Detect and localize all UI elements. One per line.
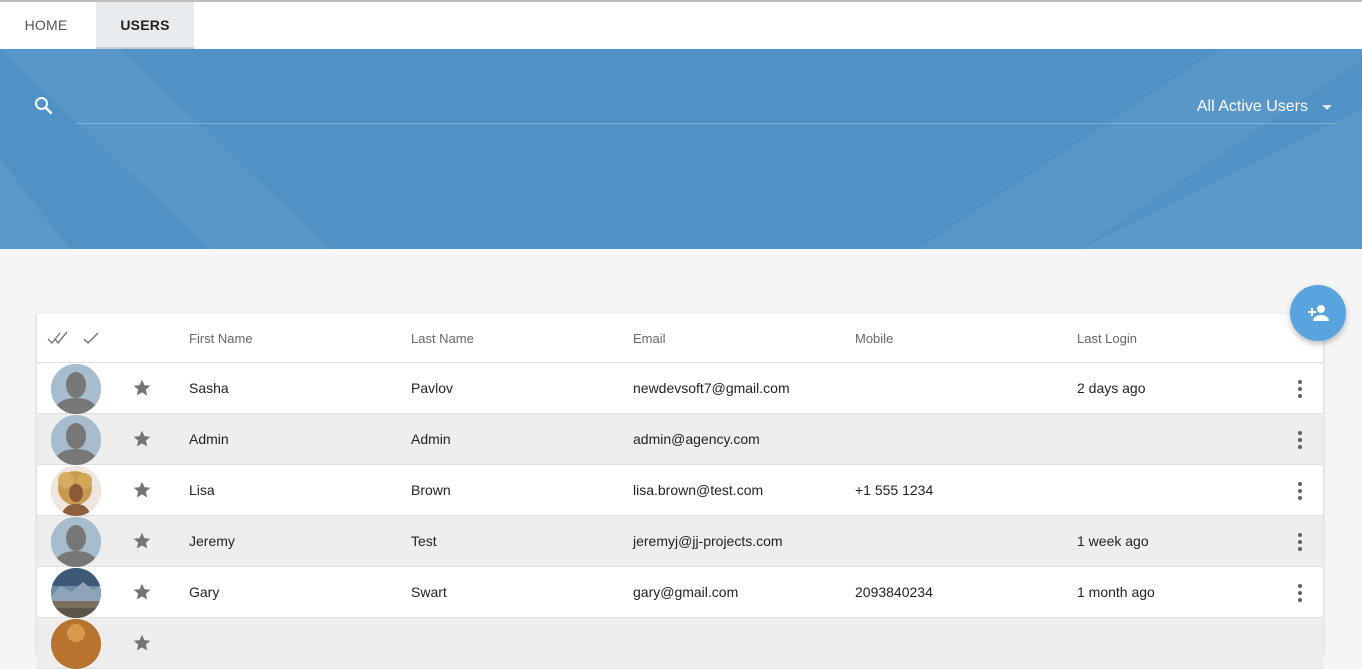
cell-last-name: Pavlov <box>411 380 454 396</box>
table-row[interactable]: Jeremy Test jeremyj@jj-projects.com 1 we… <box>37 516 1323 567</box>
cell-last-name: Test <box>411 533 437 549</box>
star-icon[interactable] <box>132 378 152 398</box>
add-user-button[interactable] <box>1290 285 1346 341</box>
table-row[interactable]: Lisa Brown lisa.brown@test.com +1 555 12… <box>37 465 1323 516</box>
cell-email: lisa.brown@test.com <box>633 482 764 498</box>
default-avatar-icon <box>51 364 101 414</box>
more-vert-icon[interactable] <box>1296 379 1304 399</box>
default-avatar-icon <box>51 517 101 567</box>
header-last-login[interactable]: Last Login <box>1077 331 1137 346</box>
tab-bar: HOME USERS <box>0 2 1362 49</box>
cell-first-name: Gary <box>189 584 220 600</box>
cell-mobile: +1 555 1234 <box>855 482 934 498</box>
cell-email: admin@agency.com <box>633 431 760 447</box>
star-icon[interactable] <box>132 480 152 500</box>
cell-first-name: Admin <box>189 431 229 447</box>
table-row[interactable]: Admin Admin admin@agency.com <box>37 414 1323 465</box>
cell-last-name: Admin <box>411 431 451 447</box>
cell-first-name: Jeremy <box>189 533 235 549</box>
header-email[interactable]: Email <box>633 331 666 346</box>
avatar <box>51 364 101 414</box>
table-body: Sasha Pavlov newdevsoft7@gmail.com 2 day… <box>37 363 1323 669</box>
tab-users[interactable]: USERS <box>96 2 194 49</box>
tab-home[interactable]: HOME <box>0 2 92 47</box>
caret-down-icon <box>1322 104 1332 110</box>
table-row[interactable]: Sasha Pavlov newdevsoft7@gmail.com 2 day… <box>37 363 1323 414</box>
table-row[interactable] <box>37 618 1323 669</box>
header-last-name[interactable]: Last Name <box>411 331 474 346</box>
star-icon[interactable] <box>132 429 152 449</box>
cell-email: newdevsoft7@gmail.com <box>633 380 790 396</box>
cell-last-name: Brown <box>411 482 451 498</box>
star-icon[interactable] <box>132 531 152 551</box>
table-row[interactable]: Gary Swart gary@gmail.com 2093840234 1 m… <box>37 567 1323 618</box>
user-photo-avatar <box>51 568 101 618</box>
star-icon[interactable] <box>132 633 152 653</box>
avatar <box>51 619 101 669</box>
add-person-icon <box>1308 305 1329 321</box>
table-header: First Name Last Name Email Mobile Last L… <box>37 314 1323 363</box>
cell-last-login: 2 days ago <box>1077 380 1146 396</box>
search-input[interactable] <box>76 123 1336 124</box>
user-filter-dropdown[interactable]: All Active Users <box>1197 98 1332 116</box>
default-avatar-icon <box>51 415 101 465</box>
header-first-name[interactable]: First Name <box>189 331 253 346</box>
avatar <box>51 568 101 618</box>
cell-last-name: Swart <box>411 584 447 600</box>
banner-pattern <box>0 49 1362 249</box>
user-photo-avatar <box>51 466 101 516</box>
header-mobile[interactable]: Mobile <box>855 331 893 346</box>
user-filter-label: All Active Users <box>1196 98 1308 115</box>
search-icon[interactable] <box>32 94 56 118</box>
cell-last-login: 1 month ago <box>1077 584 1155 600</box>
header-banner: All Active Users <box>0 49 1362 249</box>
star-icon[interactable] <box>132 582 152 602</box>
cell-first-name: Lisa <box>189 482 215 498</box>
more-vert-icon[interactable] <box>1296 583 1304 603</box>
avatar <box>51 415 101 465</box>
user-photo-avatar <box>51 619 101 669</box>
users-table: First Name Last Name Email Mobile Last L… <box>37 314 1323 669</box>
cell-mobile: 2093840234 <box>855 584 933 600</box>
cell-first-name: Sasha <box>189 380 229 396</box>
avatar <box>51 517 101 567</box>
avatar <box>51 466 101 516</box>
more-vert-icon[interactable] <box>1296 481 1304 501</box>
cell-email: gary@gmail.com <box>633 584 739 600</box>
more-vert-icon[interactable] <box>1296 532 1304 552</box>
cell-last-login: 1 week ago <box>1077 533 1149 549</box>
more-vert-icon[interactable] <box>1296 430 1304 450</box>
double-check-icon[interactable] <box>47 330 69 346</box>
cell-email: jeremyj@jj-projects.com <box>633 533 783 549</box>
check-icon[interactable] <box>83 330 99 346</box>
